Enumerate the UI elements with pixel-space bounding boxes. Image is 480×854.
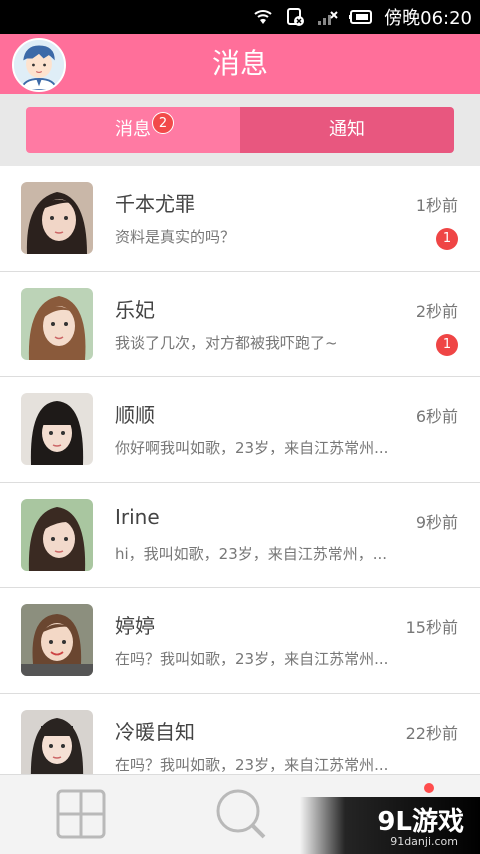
message-row[interactable]: 冷暖自知 22秒前 在吗？我叫如歌，23岁，来自江苏常州... xyxy=(0,694,480,774)
status-bar-right: 傍晚06:20 xyxy=(252,0,472,34)
contact-avatar xyxy=(21,182,93,254)
contact-avatar xyxy=(21,287,93,360)
contact-name: 冷暖自知 xyxy=(115,719,195,744)
message-time: 9秒前 xyxy=(415,512,458,532)
contact-name: 乐妃 xyxy=(115,297,155,322)
bottom-nav: 9L游戏 91danji.com xyxy=(0,774,480,854)
contact-name: Irine xyxy=(115,504,160,529)
message-row[interactable]: 乐妃 2秒前 我谈了几次，对方都被我吓跑了~ 1 xyxy=(0,272,480,377)
message-preview: 你好啊我叫如歌，23岁，来自江苏常州... xyxy=(115,439,389,457)
message-preview: 在吗？我叫如歌，23岁，来自江苏常州... xyxy=(115,650,389,668)
battery-icon xyxy=(349,10,373,24)
contact-avatar xyxy=(21,498,93,571)
app-header: 消息 xyxy=(0,34,480,94)
message-list: 千本尤罪 1秒前 资料是真实的吗？ 1 乐妃 2秒前 我谈了几次，对方都被我吓跑… xyxy=(0,166,480,774)
contact-avatar xyxy=(21,709,93,774)
message-time: 2秒前 xyxy=(415,301,458,321)
nav-home[interactable] xyxy=(20,775,140,854)
message-icon[interactable] xyxy=(424,783,434,793)
watermark-text: 9L游戏 xyxy=(377,807,464,837)
photo-avatar xyxy=(21,287,93,360)
photo-avatar xyxy=(21,182,93,254)
photo-avatar xyxy=(21,709,93,774)
photo-avatar xyxy=(21,498,93,571)
message-preview: hi，我叫如歌，23岁，来自江苏常州，... xyxy=(115,544,388,563)
tab-messages-badge: 2 xyxy=(152,112,174,134)
tab-notifications-label: 通知 xyxy=(329,119,365,140)
contact-name: 婷婷 xyxy=(115,614,155,638)
tab-notifications[interactable]: 通知 xyxy=(240,107,454,153)
message-row[interactable]: 婷婷 15秒前 在吗？我叫如歌，23岁，来自江苏常州... xyxy=(0,588,480,694)
photo-avatar xyxy=(21,604,93,676)
message-preview: 资料是真实的吗？ xyxy=(115,228,236,246)
message-row[interactable]: 千本尤罪 1秒前 资料是真实的吗？ 1 xyxy=(0,166,480,272)
segmented-tabs: 消息 2 通知 xyxy=(26,107,454,153)
signal-icon xyxy=(318,11,338,25)
watermark: 9L游戏 91danji.com xyxy=(300,797,480,854)
unread-badge: 1 xyxy=(436,228,458,250)
page-title: 消息 xyxy=(211,47,268,80)
contact-name: 千本尤罪 xyxy=(115,192,195,216)
status-time: 傍晚06:20 xyxy=(384,8,472,29)
grid-icon xyxy=(56,789,106,839)
nav-search[interactable] xyxy=(180,775,300,854)
wifi-icon xyxy=(254,10,272,24)
message-row[interactable]: Irine 9秒前 hi，我叫如歌，23岁，来自江苏常州，... xyxy=(0,483,480,588)
message-time: 22秒前 xyxy=(405,723,458,743)
message-time: 15秒前 xyxy=(405,618,458,637)
tab-messages[interactable]: 消息 2 xyxy=(26,107,240,153)
search-icon xyxy=(216,789,266,839)
tabs-container: 消息 2 通知 xyxy=(0,94,480,166)
message-preview: 在吗？我叫如歌，23岁，来自江苏常州... xyxy=(115,755,389,774)
sim-icon xyxy=(287,8,305,26)
unread-badge: 1 xyxy=(436,333,458,356)
contact-avatar xyxy=(21,393,93,465)
contact-name: 顺顺 xyxy=(115,403,155,427)
message-preview: 我谈了几次，对方都被我吓跑了~ xyxy=(115,333,338,352)
tab-messages-label: 消息 xyxy=(115,119,151,140)
message-time: 6秒前 xyxy=(415,407,458,426)
contact-avatar xyxy=(21,604,93,676)
message-time: 1秒前 xyxy=(415,196,458,215)
message-row[interactable]: 顺顺 6秒前 你好啊我叫如歌，23岁，来自江苏常州... xyxy=(0,377,480,483)
status-bar: 傍晚06:20 xyxy=(0,0,480,34)
photo-avatar xyxy=(21,393,93,465)
watermark-sub: 91danji.com xyxy=(390,835,458,848)
